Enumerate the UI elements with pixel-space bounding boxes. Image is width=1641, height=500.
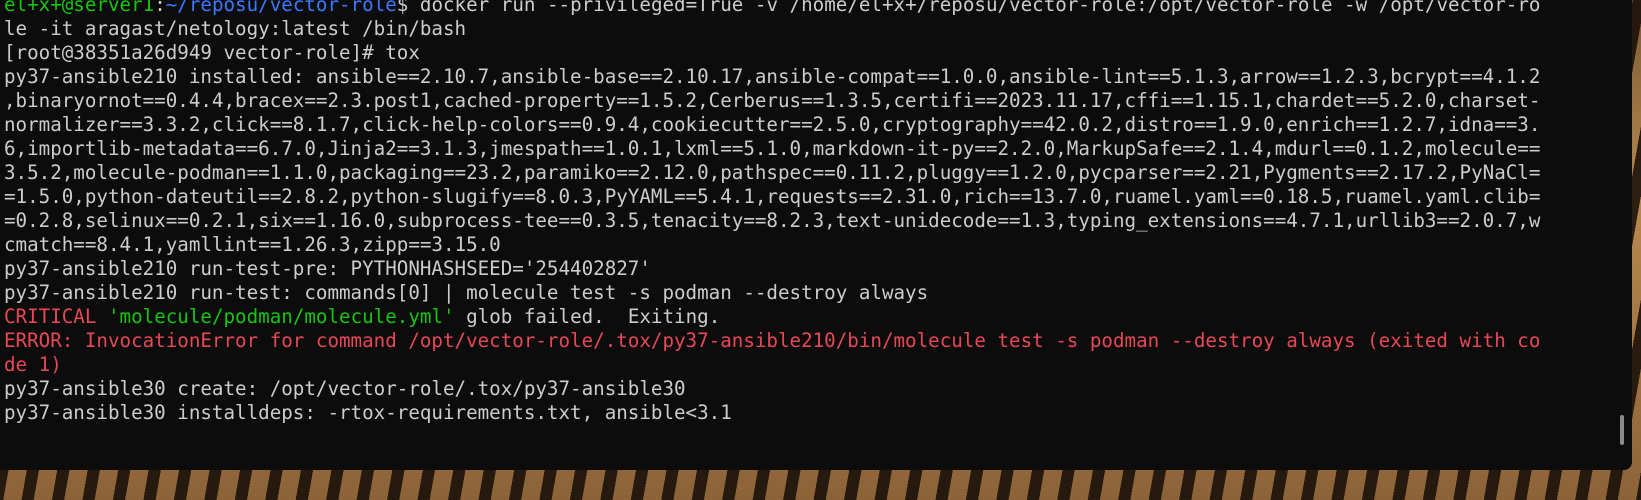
terminal-window[interactable]: el+x+@server1:~/reposu/vector-role$ dock… [0, 0, 1632, 470]
terminal-line: normalizer==3.3.2,click==8.1.7,click-hel… [4, 113, 1541, 136]
terminal-line: py37-ansible210 run-test-pre: PYTHONHASH… [4, 257, 651, 280]
terminal-line: 3.5.2,molecule-podman==1.1.0,packaging==… [4, 161, 1541, 184]
terminal-line-error: de 1) [4, 353, 62, 376]
terminal-line: 6,importlib-metadata==6.7.0,Jinja2==3.1.… [4, 137, 1541, 160]
terminal-line: le -it aragast/netology:latest /bin/bash [4, 17, 467, 40]
terminal-line-critical: CRITICAL 'molecule/podman/molecule.yml' … [4, 305, 1604, 329]
scrollbar-thumb[interactable] [1620, 415, 1624, 445]
terminal-line: el+x+@server1:~/reposu/vector-role$ dock… [4, 0, 1604, 17]
prompt-separator: : [154, 0, 166, 16]
terminal-line: [root@38351a26d949 vector-role]# tox [4, 41, 420, 64]
terminal-line: cmatch==8.4.1,yamllint==1.26.3,zipp==3.1… [4, 233, 501, 256]
terminal-line: ,binaryornot==0.4.4,bracex==2.3.post1,ca… [4, 89, 1541, 112]
terminal-line: py37-ansible210 installed: ansible==2.10… [4, 65, 1541, 88]
terminal-output[interactable]: el+x+@server1:~/reposu/vector-role$ dock… [4, 0, 1604, 425]
terminal-line-error: ERROR: InvocationError for command /opt/… [4, 329, 1541, 352]
terminal-line: py37-ansible210 run-test: commands[0] | … [4, 281, 929, 304]
terminal-line: py37-ansible30 create: /opt/vector-role/… [4, 377, 686, 400]
prompt-command: $ docker run --privileged=True -v /home/… [396, 0, 1541, 16]
prompt-path: ~/reposu/vector-role [165, 0, 397, 16]
terminal-line: =1.5.0,python-dateutil==2.8.2,python-slu… [4, 185, 1541, 208]
critical-quoted-path: 'molecule/podman/molecule.yml' [107, 305, 455, 328]
prompt-user-host: el+x+@server1 [4, 0, 155, 16]
critical-message: glob failed. Exiting. [454, 305, 721, 328]
terminal-line: py37-ansible30 installdeps: -rtox-requir… [4, 401, 732, 424]
terminal-line: =0.2.8,selinux==0.2.1,six==1.16.0,subpro… [4, 209, 1541, 232]
critical-level: CRITICAL [4, 305, 97, 328]
